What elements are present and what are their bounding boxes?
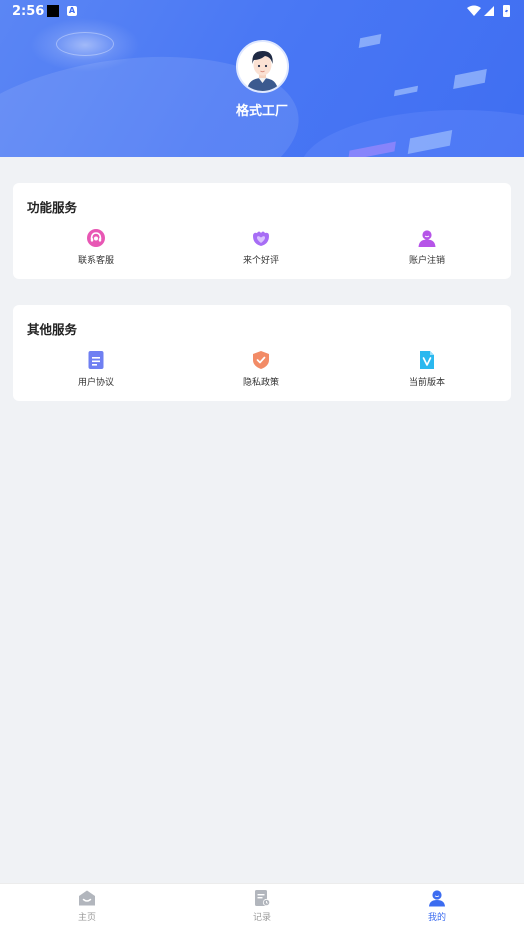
account-deletion-label: 账户注销	[408, 256, 445, 266]
tab-profile[interactable]: 我的	[397, 889, 477, 923]
user-icon	[418, 230, 436, 247]
header-cube	[393, 85, 419, 97]
privacy-policy-label: 隐私政策	[242, 378, 279, 388]
section-title: 其他服务	[27, 322, 78, 337]
document-icon	[88, 351, 104, 369]
profile-header: 2:56 A 格式工厂	[0, 0, 524, 157]
home-icon	[79, 890, 95, 906]
status-bar: 2:56 A	[0, 0, 524, 22]
avatar-illustration	[238, 42, 287, 91]
contact-support-item[interactable]: 联系客服	[36, 228, 156, 266]
privacy-policy-item[interactable]: 隐私政策	[201, 350, 321, 388]
contact-support-label: 联系客服	[77, 256, 114, 266]
tab-records[interactable]: 记录	[222, 889, 302, 923]
headset-icon	[87, 229, 105, 247]
wifi-icon	[467, 5, 481, 16]
version-icon	[420, 351, 434, 369]
header-cube	[358, 34, 382, 48]
section-title: 功能服务	[27, 200, 78, 215]
user-agreement-label: 用户协议	[77, 378, 114, 388]
header-ring	[56, 32, 114, 56]
user-agreement-item[interactable]: 用户协议	[36, 350, 156, 388]
current-version-item[interactable]: 当前版本	[367, 350, 487, 388]
tab-home-label: 主页	[77, 913, 96, 923]
username: 格式工厂	[235, 104, 288, 119]
profile-icon	[429, 890, 445, 907]
tab-profile-label: 我的	[427, 913, 446, 923]
status-icons	[467, 5, 510, 17]
heart-flower-icon	[253, 231, 269, 246]
function-services-card: 功能服务 联系客服 来个好评 账户注销	[13, 183, 511, 279]
bottom-tab-bar: 主页 记录 我的	[0, 883, 524, 931]
tab-records-label: 记录	[252, 913, 271, 923]
current-version-label: 当前版本	[408, 378, 445, 388]
give-rating-label: 来个好评	[242, 256, 279, 266]
signal-icon	[484, 6, 494, 16]
other-services-card: 其他服务 用户协议 隐私政策 当前版本	[13, 305, 511, 401]
shield-icon	[253, 351, 269, 369]
tab-home[interactable]: 主页	[47, 889, 127, 923]
status-time: 2:56	[12, 4, 45, 19]
header-cube	[453, 69, 487, 89]
give-rating-item[interactable]: 来个好评	[201, 228, 321, 266]
record-icon	[255, 890, 271, 907]
account-deletion-item[interactable]: 账户注销	[367, 228, 487, 266]
avatar[interactable]	[236, 40, 289, 93]
notification-badge-icon: A	[67, 6, 77, 16]
notification-square-icon	[47, 5, 59, 17]
